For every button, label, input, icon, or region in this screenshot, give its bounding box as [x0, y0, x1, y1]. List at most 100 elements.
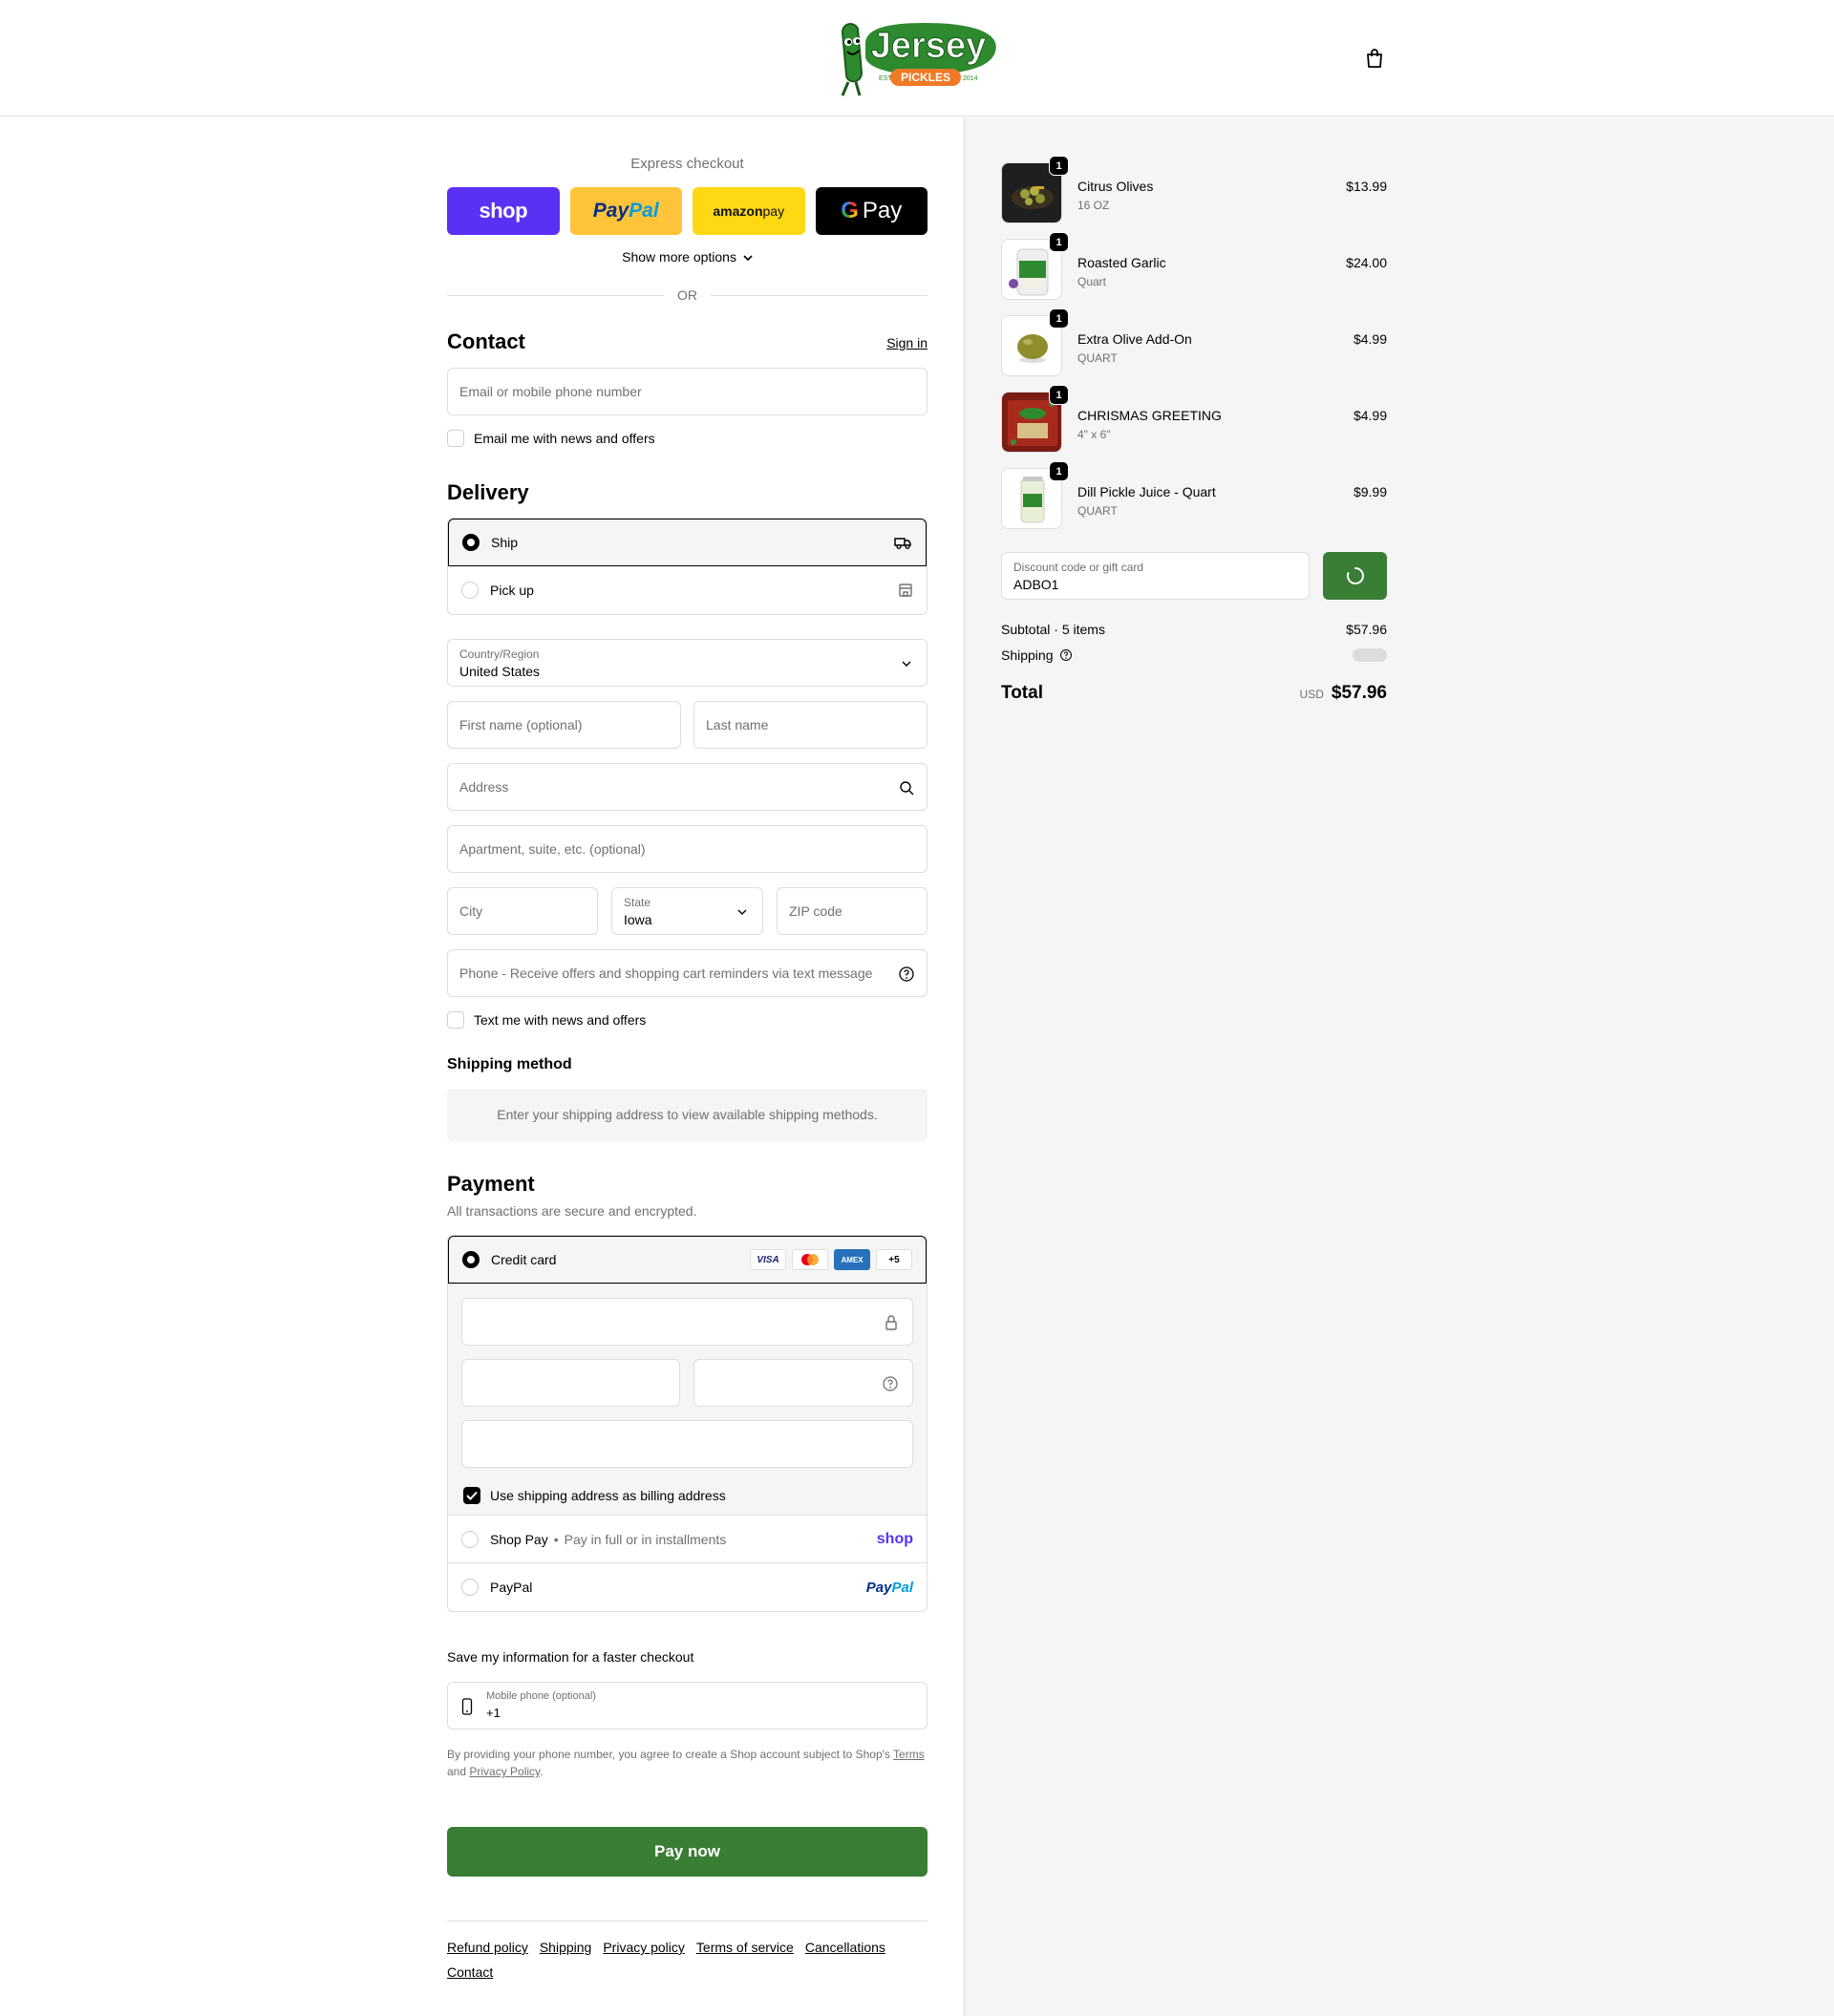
shipping-policy-link[interactable]: Shipping — [540, 1940, 592, 1955]
discount-code-value: ADBO1 — [1013, 577, 1059, 592]
header: Jersey PICKLES EST 2014 — [0, 0, 1834, 117]
amex-icon: AMEX — [834, 1249, 870, 1270]
privacy-policy-footer-link[interactable]: Privacy policy — [603, 1940, 685, 1955]
help-circle-icon[interactable] — [898, 966, 915, 983]
text-news-checkbox[interactable] — [447, 1011, 464, 1029]
google-g-icon: G — [841, 198, 859, 223]
phone-field[interactable]: Phone - Receive offers and shopping cart… — [447, 949, 928, 997]
subtotal-value: $57.96 — [1346, 622, 1387, 637]
cancellations-link[interactable]: Cancellations — [805, 1940, 885, 1955]
apply-discount-button[interactable] — [1323, 552, 1387, 600]
expiration-field[interactable] — [461, 1359, 680, 1407]
card-number-field[interactable] — [461, 1298, 913, 1346]
delivery-option-pickup[interactable]: Pick up — [448, 566, 927, 614]
item-variant: 16 OZ — [1077, 199, 1110, 212]
ship-label: Ship — [491, 535, 519, 550]
terms-text-a: By providing your phone number, you agre… — [447, 1748, 894, 1761]
quantity-badge: 1 — [1049, 156, 1069, 176]
shop-pay-radio[interactable] — [461, 1530, 479, 1548]
pickup-label: Pick up — [490, 583, 534, 598]
shop-pay-separator: • — [553, 1531, 559, 1547]
shop-pay-description: Pay in full or in installments — [564, 1531, 727, 1547]
jersey-pickles-logo[interactable]: Jersey PICKLES EST 2014 — [829, 15, 1005, 101]
cart-item: 1 CHRISMAS GREETING 4" x 6" $4.99 — [1001, 385, 1387, 453]
terms-of-service-link[interactable]: Terms of service — [696, 1940, 794, 1955]
chevron-down-icon — [902, 661, 911, 667]
privacy-policy-link[interactable]: Privacy Policy — [469, 1765, 540, 1778]
credit-card-radio[interactable] — [462, 1251, 480, 1268]
state-select[interactable]: State Iowa — [611, 887, 763, 935]
state-value: Iowa — [624, 912, 652, 927]
mastercard-icon — [792, 1249, 828, 1270]
help-circle-icon[interactable] — [1059, 648, 1073, 662]
billing-address-checkbox[interactable] — [463, 1487, 480, 1504]
delivery-heading: Delivery — [447, 480, 529, 504]
payment-option-paypal[interactable]: PayPal Pay Pal — [448, 1563, 927, 1611]
paypal-logo: Pay Pal — [866, 1580, 913, 1596]
lock-icon — [885, 1315, 897, 1330]
zip-field[interactable]: ZIP code — [777, 887, 928, 935]
item-variant: Quart — [1077, 275, 1107, 288]
quantity-badge: 1 — [1049, 308, 1069, 329]
item-price: $13.99 — [1346, 179, 1387, 194]
first-name-field[interactable]: First name (optional) — [447, 701, 681, 749]
discount-code-field[interactable]: Discount code or gift card ADBO1 — [1001, 552, 1310, 600]
shopping-bag-icon[interactable] — [1364, 48, 1385, 69]
email-news-option[interactable]: Email me with news and offers — [447, 430, 655, 447]
store-icon — [899, 584, 912, 597]
pickup-radio[interactable] — [461, 582, 479, 599]
payment-option-shop-pay[interactable]: Shop Pay • Pay in full or in installment… — [448, 1516, 927, 1563]
refund-policy-link[interactable]: Refund policy — [447, 1940, 528, 1955]
billing-address-label: Use shipping address as billing address — [490, 1488, 726, 1503]
express-checkout-title: Express checkout — [630, 156, 744, 172]
ship-radio[interactable] — [462, 534, 480, 551]
terms-link[interactable]: Terms — [893, 1748, 925, 1761]
name-on-card-field[interactable] — [461, 1420, 913, 1468]
item-variant: QUART — [1077, 351, 1118, 365]
shop-pay-button[interactable]: shop — [447, 187, 560, 235]
apartment-placeholder: Apartment, suite, etc. (optional) — [459, 841, 646, 857]
email-field[interactable]: Email or mobile phone number — [447, 368, 928, 415]
mobile-phone-field[interactable]: Mobile phone (optional) +1 — [447, 1682, 928, 1730]
billing-address-option[interactable]: Use shipping address as billing address — [463, 1487, 726, 1504]
last-name-field[interactable]: Last name — [693, 701, 928, 749]
apartment-field[interactable]: Apartment, suite, etc. (optional) — [447, 825, 928, 873]
shipping-method-notice: Enter your shipping address to view avai… — [447, 1089, 928, 1141]
item-price: $9.99 — [1353, 484, 1387, 499]
paypal-radio[interactable] — [461, 1579, 479, 1596]
chevron-down-icon — [737, 909, 747, 915]
payment-options: Credit card VISA AMEX +5 Use shipping ad… — [447, 1235, 928, 1612]
divider-line — [711, 294, 928, 296]
payment-option-credit-card[interactable]: Credit card VISA AMEX +5 — [448, 1236, 927, 1284]
google-pay-label: Pay — [862, 198, 903, 223]
svg-text:EST: EST — [879, 75, 892, 82]
payment-subtitle: All transactions are secure and encrypte… — [447, 1203, 697, 1219]
country-select[interactable]: Country/Region United States — [447, 639, 928, 687]
pay-now-button[interactable]: Pay now — [447, 1827, 928, 1877]
visa-icon: VISA — [750, 1249, 786, 1270]
address-field[interactable]: Address — [447, 763, 928, 811]
zip-placeholder: ZIP code — [789, 903, 842, 919]
svg-text:Jersey: Jersey — [871, 26, 986, 66]
security-code-field[interactable] — [693, 1359, 913, 1407]
paypal-button[interactable]: Pay Pal — [569, 187, 682, 235]
contact-link[interactable]: Contact — [447, 1964, 493, 1980]
terms-text-c: . — [540, 1765, 544, 1778]
show-more-options-link[interactable]: Show more options — [447, 249, 928, 265]
item-name: Extra Olive Add-On — [1077, 331, 1192, 347]
city-field[interactable]: City — [447, 887, 598, 935]
help-circle-icon[interactable] — [882, 1375, 899, 1392]
text-news-option[interactable]: Text me with news and offers — [447, 1011, 646, 1029]
express-checkout-buttons: shop Pay Pal amazon pay G Pay — [447, 187, 928, 235]
sign-in-link[interactable]: Sign in — [886, 335, 928, 350]
amazon-pay-button[interactable]: amazon pay — [693, 187, 805, 235]
contact-heading: Contact — [447, 329, 525, 353]
total-value: $57.96 — [1331, 683, 1387, 703]
delivery-option-ship[interactable]: Ship — [448, 519, 927, 566]
email-news-checkbox[interactable] — [447, 430, 464, 447]
shipping-row: Shipping — [1001, 647, 1387, 663]
svg-text:2014: 2014 — [963, 75, 978, 82]
google-pay-button[interactable]: G Pay — [815, 187, 928, 235]
item-name: CHRISMAS GREETING — [1077, 408, 1222, 423]
item-name: Roasted Garlic — [1077, 255, 1166, 270]
